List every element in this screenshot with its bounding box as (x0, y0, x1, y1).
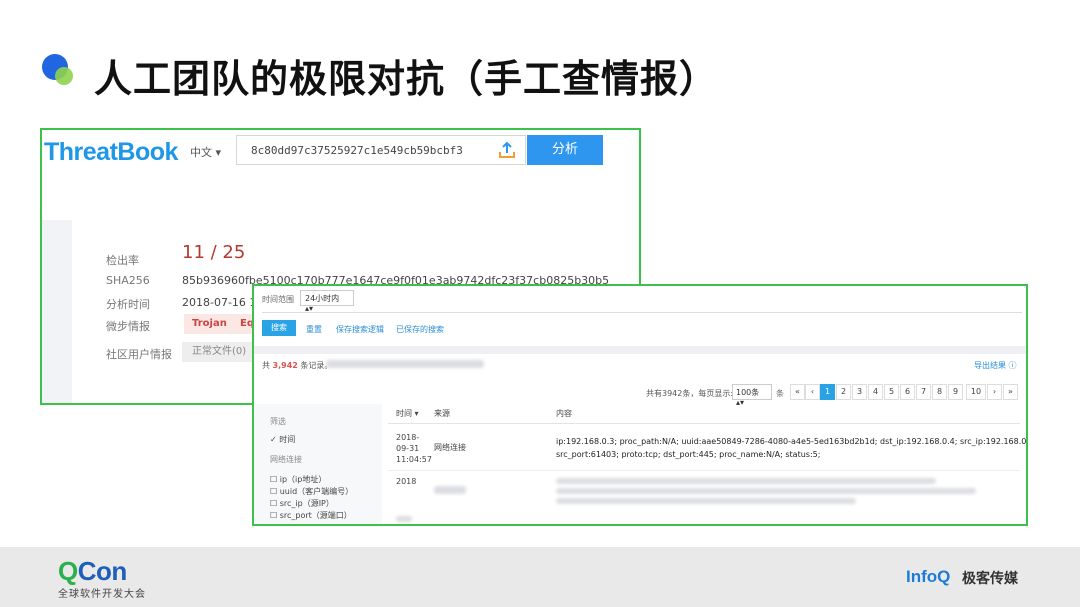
slide-footer: QCon 全球软件开发大会 InfoQ 极客传媒 (0, 547, 1080, 607)
page-7[interactable]: 7 (916, 384, 931, 400)
threatbook-header: ThreatBook 中文 ▾ 8c80dd97c37525927c1e549c… (42, 130, 639, 220)
slide-title: 人工团队的极限对抗（手工查情报） (94, 57, 719, 101)
row2-source-blurred (434, 486, 466, 494)
page-6[interactable]: 6 (900, 384, 915, 400)
row3-time-blurred (396, 516, 412, 522)
qcon-subtitle: 全球软件开发大会 (58, 589, 146, 600)
page-10[interactable]: 10 (966, 384, 986, 400)
row2-time: 2018 (396, 477, 417, 486)
geek-media-logo: 极客传媒 (962, 571, 1018, 587)
row2-content-blurred (556, 498, 856, 504)
sidebar-field-ip[interactable]: ☐ ip（ip地址） (270, 474, 326, 485)
column-content: 内容 (556, 409, 572, 418)
sidebar-field-src-ip[interactable]: ☐ src_ip（源IP） (270, 498, 334, 509)
sidebar-item-time[interactable]: ✓ 时间 (270, 434, 295, 445)
page-5[interactable]: 5 (884, 384, 899, 400)
per-page-select[interactable]: 100条 ▴▾ (732, 384, 772, 407)
page-2[interactable]: 2 (836, 384, 851, 400)
page-info: 共有3942条，每页显示: (646, 389, 734, 398)
per-page-suffix: 条 (776, 389, 784, 398)
column-time[interactable]: 时间 ▾ (396, 408, 419, 419)
analyze-button[interactable]: 分析 (527, 135, 603, 165)
sha256-label: SHA256 (106, 274, 150, 287)
sidebar-field-uuid[interactable]: ☐ uuid（客户端编号） (270, 486, 353, 497)
row-divider (388, 470, 1020, 471)
sidebar-field-src-port[interactable]: ☐ src_port（源端口） (270, 510, 352, 521)
detection-label: 检出率 (106, 254, 139, 267)
intel-label: 微步情报 (106, 320, 150, 333)
separator-bar (254, 346, 1026, 354)
page-prev[interactable]: ‹ (805, 384, 820, 400)
table-header (388, 404, 1020, 424)
reset-link[interactable]: 重置 (306, 324, 322, 335)
row1-content-line1: ip:192.168.0.3; proc_path:N/A; uuid:aae5… (556, 437, 1028, 446)
saved-searches-link[interactable]: 已保存的搜索 (396, 324, 444, 335)
time-range-label: 时间范围 (262, 295, 294, 304)
analysis-time-label: 分析时间 (106, 298, 150, 311)
community-tag[interactable]: 正常文件(0) (182, 342, 257, 362)
row1-source: 网络连接 (434, 443, 466, 452)
log-search-screenshot: 时间范围 24小时内 ▴▾ 搜索 重置 保存搜索逻辑 已保存的搜索 共 3,94… (252, 284, 1028, 526)
page-last[interactable]: » (1003, 384, 1018, 400)
page-1[interactable]: 1 (820, 384, 835, 400)
hash-search-input[interactable]: 8c80dd97c37525927c1e549cb59bcbf3 (236, 135, 526, 165)
blurred-query (326, 360, 484, 368)
language-select[interactable]: 中文 ▾ (190, 144, 221, 160)
field-sidebar: 筛选 ✓ 时间 网络连接 ☐ ip（ip地址） ☐ uuid（客户端编号） ☐ … (254, 404, 382, 524)
row2-content-blurred (556, 488, 976, 494)
page-4[interactable]: 4 (868, 384, 883, 400)
qcon-logo: QCon (58, 556, 127, 586)
row2-content-blurred (556, 478, 936, 484)
threatbook-logo: ThreatBook (44, 138, 178, 166)
export-link[interactable]: 导出结果 ⓘ (974, 360, 1017, 371)
page-8[interactable]: 8 (932, 384, 947, 400)
save-search-link[interactable]: 保存搜索逻辑 (336, 324, 384, 335)
page-9[interactable]: 9 (948, 384, 963, 400)
page-first[interactable]: « (790, 384, 805, 400)
divider (262, 312, 1022, 313)
slide: 人工团队的极限对抗（手工查情报） ThreatBook 中文 ▾ 8c80dd9… (0, 0, 1080, 607)
detection-value: 11 / 25 (182, 242, 246, 263)
sidebar-label-network: 网络连接 (270, 455, 302, 464)
page-3[interactable]: 3 (852, 384, 867, 400)
community-label: 社区用户情报 (106, 348, 172, 361)
search-button[interactable]: 搜索 (262, 320, 296, 336)
page-next[interactable]: › (987, 384, 1002, 400)
upload-icon[interactable] (497, 140, 517, 160)
row1-content-line2: src_port:61403; proto:tcp; dst_port:445;… (556, 450, 821, 459)
time-range-select[interactable]: 24小时内 ▴▾ (300, 290, 354, 313)
infoq-logo: InfoQ (906, 567, 951, 586)
sidebar-label-filter: 筛选 (270, 417, 286, 426)
column-source: 来源 (434, 409, 450, 418)
tag-trojan[interactable]: Trojan (184, 314, 235, 334)
row1-time: 2018- 09-31 11:04:57 (396, 433, 432, 464)
title-bullet-icon (42, 54, 76, 88)
record-count: 共 3,942 条记录。 (262, 361, 333, 370)
